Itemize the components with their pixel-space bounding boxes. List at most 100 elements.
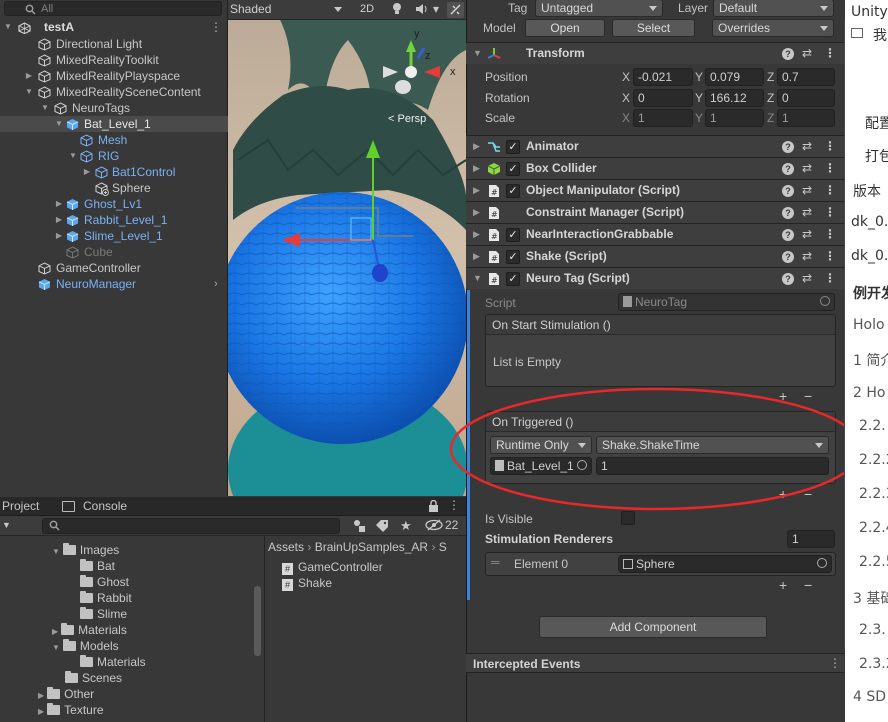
presets-icon[interactable]: ⇄ bbox=[802, 249, 812, 263]
component-menu-icon[interactable]: ⋮ bbox=[824, 139, 836, 153]
chevron-down-icon[interactable]: ▼ bbox=[3, 19, 13, 35]
component-menu-icon[interactable]: ⋮ bbox=[824, 46, 836, 60]
hierarchy-item-bat1control[interactable]: ▶ Bat1Control bbox=[0, 164, 228, 180]
drag-handle-icon[interactable]: ═ bbox=[491, 555, 500, 569]
audio-toggle-icon[interactable] bbox=[415, 3, 429, 15]
help-icon[interactable]: ? bbox=[782, 141, 794, 153]
hierarchy-item-sphere[interactable]: Sphere bbox=[0, 180, 228, 196]
component-menu-icon[interactable]: ⋮ bbox=[824, 271, 836, 285]
chevron-right-icon[interactable]: ▶ bbox=[52, 627, 58, 636]
projection-label[interactable]: < Persp bbox=[388, 113, 426, 125]
help-icon[interactable]: ? bbox=[782, 229, 794, 241]
help-icon[interactable]: ? bbox=[782, 251, 794, 263]
axis-y-label[interactable]: Y bbox=[695, 69, 703, 85]
folder-item-ghost[interactable]: Ghost bbox=[80, 574, 129, 590]
chevron-down-icon[interactable]: ▼ bbox=[473, 273, 482, 283]
axis-x-label[interactable]: X bbox=[622, 69, 630, 85]
open-button[interactable]: Open bbox=[525, 19, 605, 37]
hierarchy-item-mixedrealitytoolkit[interactable]: MixedRealityToolkit bbox=[0, 52, 228, 68]
hierarchy-item-bat-level-1[interactable]: ▼ Bat_Level_1 bbox=[0, 116, 228, 132]
component-header-constraint-manager[interactable]: ▶ # Constraint Manager (Script) ? ⇄ ⋮ bbox=[466, 201, 844, 223]
folder-item-scenes[interactable]: Scenes bbox=[65, 670, 122, 686]
component-header-transform[interactable]: ▼ Transform ? ⇄ ⋮ bbox=[466, 42, 844, 64]
help-icon[interactable]: ? bbox=[782, 207, 794, 219]
layer-dropdown[interactable]: Default bbox=[713, 0, 834, 17]
chevron-down-icon[interactable]: ▾ bbox=[433, 2, 439, 16]
position-z-field[interactable]: 0.7 bbox=[777, 68, 835, 86]
hierarchy-item-neurotags[interactable]: ▼ NeuroTags bbox=[0, 100, 228, 116]
folder-item-slime[interactable]: Slime bbox=[80, 606, 127, 622]
object-picker-icon[interactable] bbox=[820, 296, 830, 306]
breadcrumb-item[interactable]: Assets bbox=[268, 540, 304, 554]
hierarchy-item-mixedrealityscenecontent[interactable]: ▼ MixedRealitySceneContent bbox=[0, 84, 228, 100]
component-header-nearinteractiongrabbable[interactable]: ▶ # ✓ NearInteractionGrabbable ? ⇄ ⋮ bbox=[466, 223, 844, 245]
search-by-type-icon[interactable] bbox=[352, 519, 366, 533]
rotation-z-field[interactable]: 0 bbox=[777, 89, 835, 107]
folder-item-models-materials[interactable]: Materials bbox=[80, 654, 146, 670]
axis-y-label[interactable]: Y bbox=[695, 110, 703, 126]
chevron-right-icon[interactable]: ▶ bbox=[24, 68, 34, 84]
object-picker-icon[interactable] bbox=[817, 558, 827, 568]
chevron-down-icon[interactable]: ▼ bbox=[473, 48, 482, 58]
tab-project[interactable]: Project bbox=[2, 497, 39, 516]
add-renderer-button[interactable]: + bbox=[779, 578, 787, 592]
help-icon[interactable]: ? bbox=[782, 163, 794, 175]
component-header-neuro-tag[interactable]: ▼ # ✓ Neuro Tag (Script) ? ⇄ ⋮ bbox=[466, 267, 844, 289]
chevron-right-icon[interactable]: ▶ bbox=[38, 707, 44, 716]
element-0-field[interactable]: Sphere bbox=[618, 555, 832, 573]
rotation-y-field[interactable]: 166.12 bbox=[705, 89, 764, 107]
tag-dropdown[interactable]: Untagged bbox=[535, 0, 663, 17]
project-search-input[interactable] bbox=[42, 518, 340, 534]
component-header-shake[interactable]: ▶ # ✓ Shake (Script) ? ⇄ ⋮ bbox=[466, 245, 844, 267]
chevron-right-icon[interactable]: ▶ bbox=[473, 207, 480, 218]
folder-item-images[interactable]: ▼ Images bbox=[52, 542, 119, 558]
chevron-down-icon[interactable]: ▼ bbox=[52, 547, 60, 556]
hierarchy-item-ghost-lv1[interactable]: ▶ Ghost_Lv1 bbox=[0, 196, 228, 212]
component-enabled-checkbox[interactable]: ✓ bbox=[506, 184, 520, 198]
asset-item-gamecontroller[interactable]: # GameController bbox=[282, 559, 383, 575]
search-by-label-icon[interactable] bbox=[375, 519, 389, 533]
chevron-right-icon[interactable]: ▶ bbox=[54, 196, 64, 212]
favorite-star-icon[interactable]: ★ bbox=[400, 518, 412, 534]
hierarchy-search-input[interactable]: All bbox=[4, 1, 222, 16]
presets-icon[interactable]: ⇄ bbox=[802, 271, 812, 285]
chevron-right-icon[interactable]: ▶ bbox=[473, 185, 480, 196]
axis-z-label[interactable]: Z bbox=[767, 90, 774, 106]
folder-tree-scrollbar[interactable] bbox=[254, 586, 261, 656]
effects-toggle-icon[interactable] bbox=[447, 2, 464, 18]
rotation-x-field[interactable]: 0 bbox=[633, 89, 693, 107]
chevron-right-icon[interactable]: ▶ bbox=[473, 163, 480, 174]
component-menu-icon[interactable]: ⋮ bbox=[824, 183, 836, 197]
help-icon[interactable]: ? bbox=[782, 48, 794, 60]
position-y-field[interactable]: 0.079 bbox=[705, 68, 764, 86]
select-button[interactable]: Select bbox=[612, 19, 695, 37]
breadcrumb-item[interactable]: BrainUpSamples_AR bbox=[315, 540, 428, 554]
chevron-right-icon[interactable]: ▶ bbox=[54, 212, 64, 228]
component-menu-icon[interactable]: ⋮ bbox=[824, 249, 836, 263]
add-component-button[interactable]: Add Component bbox=[539, 616, 767, 638]
hierarchy-item-directional-light[interactable]: Directional Light bbox=[0, 36, 228, 52]
script-reference-field[interactable]: NeuroTag bbox=[618, 293, 835, 311]
presets-icon[interactable]: ⇄ bbox=[802, 205, 812, 219]
chevron-right-icon[interactable]: ▶ bbox=[473, 141, 480, 152]
hidden-packages-icon[interactable] bbox=[425, 519, 443, 531]
axis-y-label[interactable]: Y bbox=[695, 90, 703, 106]
scale-x-field[interactable]: 1 bbox=[633, 109, 693, 127]
help-icon[interactable]: ? bbox=[782, 273, 794, 285]
folder-item-rabbit[interactable]: Rabbit bbox=[80, 590, 132, 606]
component-menu-icon[interactable]: ⋮ bbox=[824, 205, 836, 219]
hierarchy-item-mesh[interactable]: Mesh bbox=[0, 132, 228, 148]
hierarchy-item-mixedrealityplayspace[interactable]: ▶ MixedRealityPlayspace bbox=[0, 68, 228, 84]
component-menu-icon[interactable]: ⋮ bbox=[824, 161, 836, 175]
stimulation-renderers-label[interactable]: Stimulation Renderers bbox=[485, 531, 613, 547]
component-enabled-checkbox[interactable]: ✓ bbox=[506, 228, 520, 242]
hierarchy-item-neuromanager[interactable]: NeuroManager › bbox=[0, 276, 228, 292]
folder-item-materials[interactable]: ▶ Materials bbox=[52, 622, 127, 638]
panel-menu-icon[interactable]: ⋮ bbox=[829, 656, 841, 670]
create-dropdown-icon[interactable]: ▼ bbox=[2, 520, 11, 530]
chevron-right-icon[interactable]: ▶ bbox=[473, 229, 480, 240]
help-icon[interactable]: ? bbox=[782, 185, 794, 197]
asset-item-shake[interactable]: # Shake bbox=[282, 575, 332, 591]
component-header-box-collider[interactable]: ▶ ✓ Box Collider ? ⇄ ⋮ bbox=[466, 157, 844, 179]
chevron-right-icon[interactable]: ▶ bbox=[82, 164, 92, 180]
